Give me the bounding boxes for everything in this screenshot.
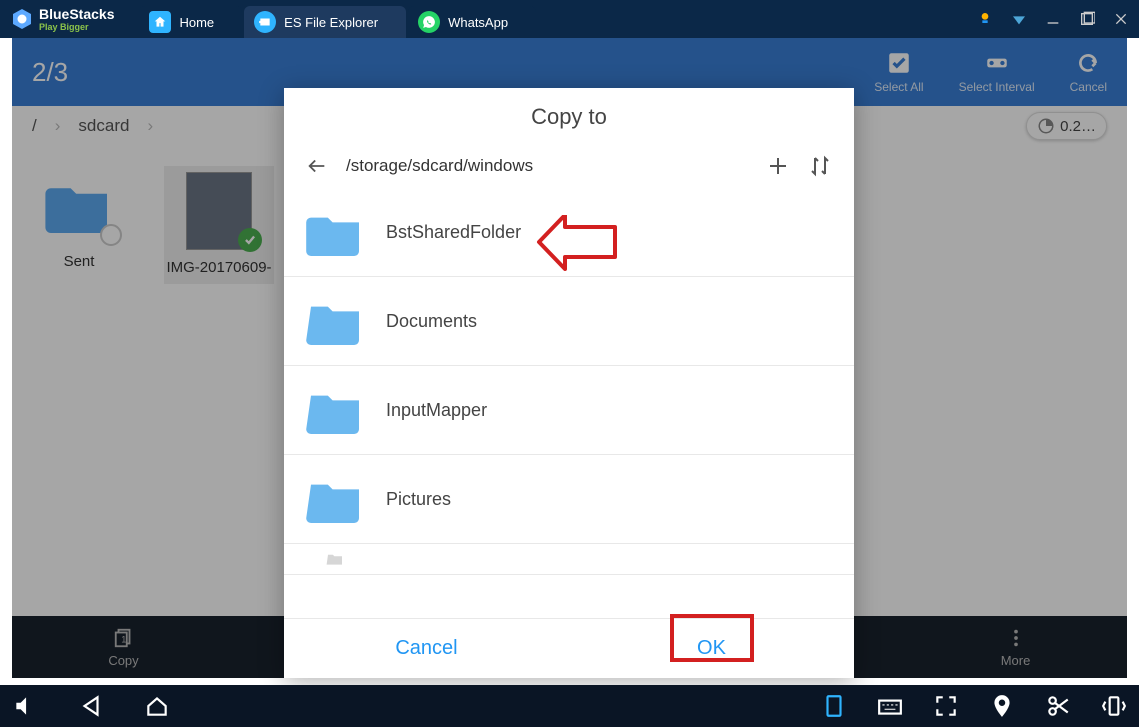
folder-icon bbox=[45, 177, 113, 233]
keyboard-icon[interactable] bbox=[877, 693, 903, 719]
dialog-ok-button[interactable]: OK bbox=[569, 619, 854, 678]
location-icon[interactable] bbox=[989, 693, 1015, 719]
more-button[interactable]: More bbox=[904, 616, 1127, 678]
check-icon bbox=[886, 50, 912, 76]
app-tabs: Home ES File Explorer WhatsApp bbox=[139, 0, 977, 38]
tab-whatsapp[interactable]: WhatsApp bbox=[408, 6, 536, 38]
analyze-value: 0.2… bbox=[1060, 118, 1096, 135]
app-promo-icon[interactable] bbox=[977, 11, 993, 27]
home-icon bbox=[149, 11, 171, 33]
whatsapp-icon bbox=[418, 11, 440, 33]
undo-icon bbox=[1075, 50, 1101, 76]
action-label: Select All bbox=[874, 80, 923, 94]
folder-icon bbox=[306, 475, 364, 523]
volume-icon[interactable] bbox=[12, 693, 38, 719]
tab-es-file-explorer[interactable]: ES File Explorer bbox=[244, 6, 406, 38]
back-arrow-icon[interactable] bbox=[306, 155, 328, 177]
folder-icon bbox=[306, 386, 364, 434]
tab-label: ES File Explorer bbox=[284, 15, 378, 30]
folder-row[interactable] bbox=[284, 544, 854, 575]
window-title-bar: BlueStacks Play Bigger Home ES File Expl… bbox=[0, 0, 1139, 38]
back-nav-icon[interactable] bbox=[78, 693, 104, 719]
network-icon[interactable] bbox=[1011, 11, 1027, 27]
folder-icon bbox=[306, 552, 364, 566]
shake-icon[interactable] bbox=[1101, 693, 1127, 719]
dialog-path-bar: /storage/sdcard/windows bbox=[284, 144, 854, 188]
file-item-folder[interactable]: Sent bbox=[24, 166, 134, 272]
copy-to-dialog: Copy to /storage/sdcard/windows BstShare… bbox=[284, 88, 854, 678]
copy-button[interactable]: 1 Copy bbox=[12, 616, 235, 678]
close-icon[interactable] bbox=[1113, 11, 1129, 27]
sort-icon[interactable] bbox=[808, 154, 832, 178]
brand-tagline: Play Bigger bbox=[39, 22, 114, 32]
folder-row[interactable]: InputMapper bbox=[284, 366, 854, 455]
button-label: More bbox=[1001, 653, 1031, 668]
maximize-icon[interactable] bbox=[1079, 11, 1095, 27]
select-all-button[interactable]: Select All bbox=[874, 50, 923, 94]
tablet-icon[interactable] bbox=[821, 693, 847, 719]
dialog-cancel-button[interactable]: Cancel bbox=[284, 619, 569, 678]
button-label: Copy bbox=[108, 653, 138, 668]
cancel-button[interactable]: Cancel bbox=[1070, 50, 1107, 94]
window-controls bbox=[977, 11, 1129, 27]
tab-label: WhatsApp bbox=[448, 15, 508, 30]
folder-row[interactable]: BstSharedFolder bbox=[284, 188, 854, 277]
pie-chart-icon bbox=[1037, 117, 1055, 135]
folder-icon bbox=[306, 297, 364, 345]
fullscreen-icon[interactable] bbox=[933, 693, 959, 719]
breadcrumb-part[interactable]: / bbox=[32, 116, 37, 136]
add-folder-icon[interactable] bbox=[766, 154, 790, 178]
tab-home[interactable]: Home bbox=[139, 6, 242, 38]
scissors-icon[interactable] bbox=[1045, 693, 1071, 719]
selection-circle[interactable] bbox=[100, 224, 122, 246]
folder-name: Pictures bbox=[386, 489, 451, 510]
folder-list[interactable]: BstSharedFolder Documents InputMapper Pi… bbox=[284, 188, 854, 618]
folder-icon bbox=[306, 208, 364, 256]
analyze-button[interactable]: 0.2… bbox=[1026, 112, 1107, 140]
chevron-right-icon: › bbox=[55, 116, 61, 136]
folder-name: Documents bbox=[386, 311, 477, 332]
android-nav-bar bbox=[0, 685, 1139, 727]
current-path[interactable]: /storage/sdcard/windows bbox=[346, 156, 748, 176]
selection-check-icon[interactable] bbox=[238, 228, 262, 252]
folder-row[interactable]: Documents bbox=[284, 277, 854, 366]
action-label: Select Interval bbox=[959, 80, 1035, 94]
select-interval-button[interactable]: Select Interval bbox=[959, 50, 1035, 94]
file-name: Sent bbox=[64, 252, 95, 272]
bluestacks-logo: BlueStacks Play Bigger bbox=[10, 6, 114, 32]
bluestacks-logo-icon bbox=[10, 7, 34, 31]
more-vertical-icon bbox=[1005, 627, 1027, 649]
svg-text:1: 1 bbox=[121, 634, 126, 644]
file-name: IMG-20170609- bbox=[166, 258, 271, 278]
folder-row[interactable]: Pictures bbox=[284, 455, 854, 544]
breadcrumb-part[interactable]: sdcard bbox=[78, 116, 129, 136]
file-item-image[interactable]: IMG-20170609- bbox=[164, 166, 274, 284]
minimize-icon[interactable] bbox=[1045, 11, 1061, 27]
dialog-title: Copy to bbox=[284, 88, 854, 144]
home-nav-icon[interactable] bbox=[144, 693, 170, 719]
folder-name: InputMapper bbox=[386, 400, 487, 421]
interval-icon bbox=[984, 50, 1010, 76]
chevron-right-icon: › bbox=[147, 116, 153, 136]
dialog-footer: Cancel OK bbox=[284, 618, 854, 678]
brand-name: BlueStacks bbox=[39, 6, 114, 22]
folder-name: BstSharedFolder bbox=[386, 222, 521, 243]
action-label: Cancel bbox=[1070, 80, 1107, 94]
copy-icon: 1 bbox=[113, 627, 135, 649]
selection-count: 2/3 bbox=[32, 57, 874, 88]
tab-label: Home bbox=[179, 15, 214, 30]
es-explorer-icon bbox=[254, 11, 276, 33]
